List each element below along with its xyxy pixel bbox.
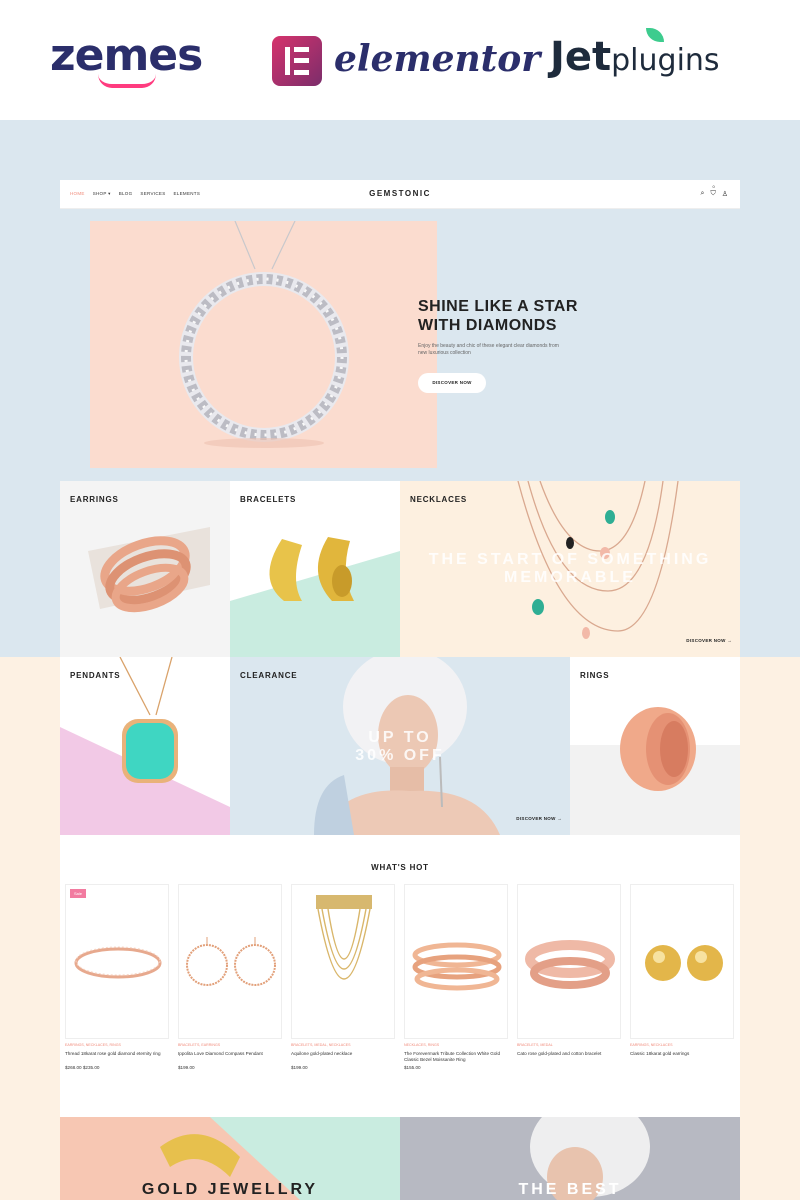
necklaces-overlay-text: THE START OF SOMETHING MEMORABLE (400, 551, 740, 587)
product-category[interactable]: BRACELETS, MEDAL, NECKLACES (291, 1043, 395, 1047)
partner-logos-bar: zemes elementor Jetplugins (0, 0, 800, 120)
product-card[interactable] (404, 884, 508, 1039)
cart-icon[interactable]: ⛉ 0 (710, 184, 715, 198)
coil-ring-image (88, 527, 210, 613)
necklaces-discover-link[interactable]: DISCOVER NOW → (686, 638, 732, 643)
clearance-discover-link[interactable]: DISCOVER NOW → (516, 816, 562, 821)
turquoise-pendant-image (60, 657, 230, 835)
elementor-logo-text: elementor (334, 38, 541, 80)
category-tile-pendants[interactable]: PENDANTS (60, 657, 230, 835)
hero-slider: SHINE LIKE A STAR WITH DIAMONDS Enjoy th… (60, 209, 740, 481)
product-name[interactable]: Thread 18karat rose gold diamond eternit… (65, 1051, 169, 1057)
stacked-rings-image (412, 942, 502, 991)
gold-jewellry-banner[interactable]: GOLD JEWELLRY (60, 1117, 400, 1200)
the-best-title: THE BEST (518, 1181, 622, 1198)
hero-title: SHINE LIKE A STAR WITH DIAMONDS (418, 297, 638, 335)
search-icon[interactable]: ⌕ (701, 190, 705, 198)
product-category[interactable]: BRACELETS, EARRINGS (178, 1043, 282, 1047)
product-name[interactable]: Aquilone gold-plated necklace (291, 1051, 395, 1057)
product-name[interactable]: Ippolita Love Diamond Compass Pendant (178, 1051, 282, 1057)
product-category[interactable]: EARRINGS, NECKLACES, RINGS (65, 1043, 169, 1047)
gold-stud-earrings-image (645, 945, 723, 981)
product-card[interactable] (517, 884, 621, 1039)
zemes-logo: zemes (50, 30, 203, 88)
category-label-bracelets: BRACELETS (240, 495, 297, 504)
gold-hoops-image (230, 537, 400, 657)
clearance-overlay-text: UP TO 30% OFF (230, 729, 570, 765)
site-logo[interactable]: GEMSTONIC (60, 189, 740, 198)
product-name[interactable]: Cato rose gold-plated and cotton bracele… (517, 1051, 621, 1057)
jet-logo-text: Jet (550, 34, 612, 80)
category-label-necklaces: NECKLACES (410, 495, 467, 504)
smile-swoosh-icon (98, 74, 156, 88)
category-tile-bracelets[interactable]: BRACELETS (230, 481, 400, 657)
plugins-logo-text: plugins (611, 43, 720, 78)
product-price: $155.00 (404, 1065, 421, 1070)
clearance-overlay-line-1: UP TO (368, 729, 432, 746)
site-header: HOME SHOP ▾ BLOG SERVICES ELEMENTS GEMST… (60, 180, 740, 209)
product-category[interactable]: BRACELETS, MEDAL (517, 1043, 621, 1047)
product-category[interactable]: EARRINGS, NECKLACES (630, 1043, 734, 1047)
gold-layered-necklace-image (316, 895, 372, 980)
discover-now-button[interactable]: DISCOVER NOW (418, 373, 486, 393)
product-category[interactable]: NECKLACES, RINGS (404, 1043, 508, 1047)
clearance-overlay-line-2: 30% OFF (355, 747, 445, 764)
sale-badge: Sale (70, 889, 87, 898)
product-card[interactable] (178, 884, 282, 1039)
product-card[interactable] (291, 884, 395, 1039)
rose-gold-ring-image (570, 657, 740, 791)
gold-jewellry-title: GOLD JEWELLRY (141, 1181, 319, 1198)
necklaces-overlay-line-2: MEMORABLE (504, 569, 636, 586)
product-price: $268.00 $235.00 (65, 1065, 100, 1070)
hero-title-line-1: SHINE LIKE A STAR (418, 298, 578, 315)
product-card[interactable] (630, 884, 734, 1039)
product-name[interactable]: The Forevermark Tribute Collection White… (404, 1051, 508, 1063)
category-label-clearance: CLEARANCE (240, 671, 298, 680)
whats-hot-title: WHAT'S HOT (371, 863, 429, 872)
diamond-pendant-image (179, 221, 349, 448)
theme-preview-page: HOME SHOP ▾ BLOG SERVICES ELEMENTS GEMST… (60, 180, 740, 1200)
user-icon[interactable]: ♙ (722, 190, 728, 198)
product-name[interactable]: Classic 18karat gold earrings (630, 1051, 734, 1057)
category-tile-necklaces[interactable]: NECKLACES THE START OF SOMETHING MEMORAB… (400, 481, 740, 657)
category-label-pendants: PENDANTS (70, 671, 121, 680)
category-tile-rings[interactable]: RINGS (570, 657, 740, 835)
product-card[interactable]: Sale (65, 884, 169, 1039)
header-icons: ⌕ ⛉ 0 ♙ (701, 184, 728, 198)
eternity-ring-image (74, 946, 162, 979)
necklaces-overlay-line-1: THE START OF SOMETHING (428, 551, 712, 568)
cart-count: 0 (712, 184, 715, 189)
cord-bracelet-image (525, 940, 615, 989)
category-tile-clearance[interactable]: CLEARANCE UP TO 30% OFF DISCOVER NOW → (230, 657, 570, 835)
the-best-banner[interactable]: THE BEST (400, 1117, 740, 1200)
leaf-icon (646, 28, 664, 42)
circle-earrings-image (186, 937, 276, 986)
hero-image (90, 221, 437, 468)
jetplugins-logo: Jetplugins (550, 28, 720, 80)
product-price: $199.00 (178, 1065, 195, 1070)
elementor-logo-icon (272, 36, 322, 86)
category-label-rings: RINGS (580, 671, 610, 680)
hero-title-line-2: WITH DIAMONDS (418, 317, 557, 334)
product-price: $199.00 (291, 1065, 308, 1070)
category-tile-earrings[interactable]: EARRINGS (60, 481, 230, 657)
hero-description: Enjoy the beauty and chic of these elega… (418, 343, 559, 356)
